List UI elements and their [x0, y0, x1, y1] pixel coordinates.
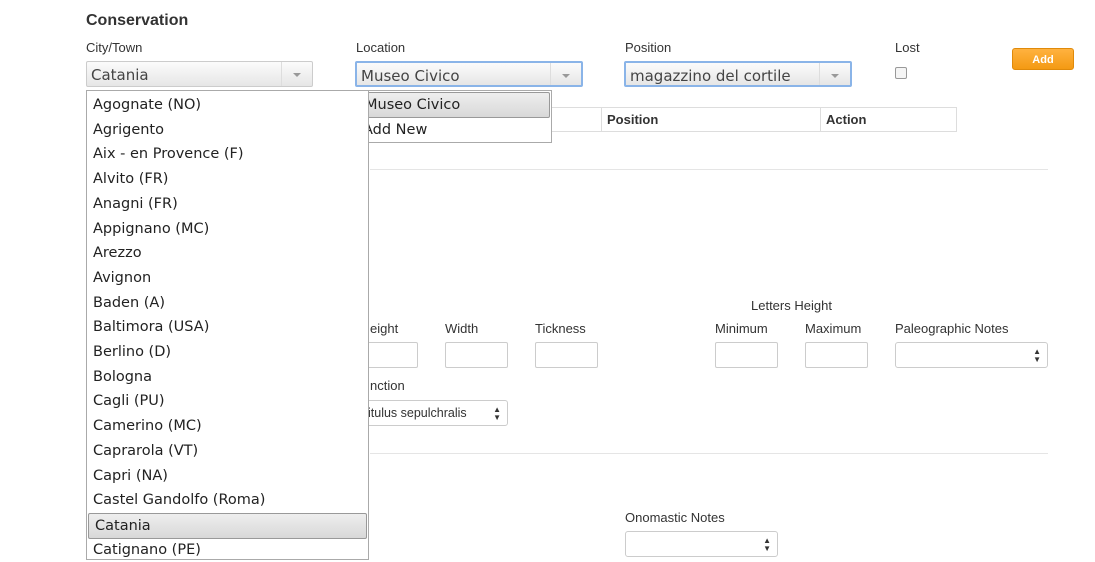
location-option[interactable]: Museo Civico — [358, 92, 550, 118]
city-option[interactable]: Alvito (FR) — [87, 167, 368, 191]
city-option[interactable]: Avignon — [87, 266, 368, 290]
minimum-label: Minimum — [715, 321, 768, 336]
city-option[interactable]: Appignano (MC) — [87, 217, 368, 241]
city-option[interactable]: Arezzo — [87, 241, 368, 265]
city-option[interactable]: Castel Gandolfo (Roma) — [87, 488, 368, 512]
width-label: Width — [445, 321, 479, 336]
location-option-add-new[interactable]: Add New — [357, 118, 551, 142]
table-header-position: Position — [601, 108, 817, 131]
maximum-label: Maximum — [805, 321, 862, 336]
city-option[interactable]: Berlino (D) — [87, 340, 368, 364]
location-label: Location — [356, 40, 406, 55]
city-option[interactable]: Agrigento — [87, 118, 368, 142]
city-option[interactable]: Aix - en Provence (F) — [87, 142, 368, 166]
letters-height-label: Letters Height — [751, 298, 832, 313]
function-select[interactable]: itulus sepulchralis ▲ ▼ — [355, 400, 508, 426]
city-dropdown: Agognate (NO) Agrigento Aix - en Provence … — [86, 90, 369, 560]
chevron-down-icon — [819, 63, 850, 85]
location-select[interactable]: Museo Civico — [355, 61, 583, 87]
city-option[interactable]: Agognate (NO) — [87, 93, 368, 117]
position-label: Position — [625, 40, 672, 55]
position-select[interactable]: magazzino del cortile — [624, 61, 852, 87]
city-option[interactable]: Catignano (PE) — [87, 538, 368, 562]
height-label: eight — [370, 321, 399, 336]
location-dropdown: Museo Civico Add New — [356, 90, 552, 143]
function-label: nction — [370, 378, 405, 393]
city-select-value: Catania — [91, 66, 149, 84]
function-select-value: itulus sepulchralis — [368, 406, 467, 420]
divider — [370, 169, 1048, 170]
thickness-input[interactable] — [535, 342, 598, 368]
thickness-label: Tickness — [535, 321, 586, 336]
paleographic-select[interactable]: ▲ ▼ — [895, 342, 1048, 368]
section-title: Conservation — [86, 12, 189, 29]
city-option[interactable]: Catania — [88, 512, 367, 539]
table-header-action: Action — [820, 108, 956, 131]
lost-checkbox[interactable] — [895, 67, 907, 79]
updown-icon: ▲ ▼ — [1033, 347, 1041, 364]
lost-label: Lost — [895, 40, 920, 55]
conservation-table: Position Action — [550, 107, 957, 132]
width-input[interactable] — [445, 342, 508, 368]
city-select[interactable]: Catania — [86, 61, 313, 87]
chevron-down-icon — [550, 63, 581, 85]
position-select-value: magazzino del cortile — [630, 67, 791, 85]
add-button[interactable]: Add — [1012, 48, 1074, 70]
updown-icon: ▲ ▼ — [493, 405, 501, 422]
city-label: City/Town — [86, 40, 143, 55]
maximum-input[interactable] — [805, 342, 868, 368]
location-select-value: Museo Civico — [361, 67, 460, 85]
city-option[interactable]: Baltimora (USA) — [87, 315, 368, 339]
updown-icon: ▲ ▼ — [763, 536, 771, 553]
chevron-down-icon — [281, 62, 312, 86]
city-option[interactable]: Cagli (PU) — [87, 389, 368, 413]
city-option[interactable]: Anagni (FR) — [87, 192, 368, 216]
city-option[interactable]: Bologna — [87, 365, 368, 389]
onomastic-select[interactable]: ▲ ▼ — [625, 531, 778, 557]
onomastic-label: Onomastic Notes — [625, 510, 725, 525]
city-option[interactable]: Camerino (MC) — [87, 414, 368, 438]
city-option[interactable]: Capri (NA) — [87, 464, 368, 488]
city-option[interactable]: Caprarola (VT) — [87, 439, 368, 463]
minimum-input[interactable] — [715, 342, 778, 368]
divider — [370, 453, 1048, 454]
paleographic-label: Paleographic Notes — [895, 321, 1009, 336]
city-option[interactable]: Baden (A) — [87, 291, 368, 315]
